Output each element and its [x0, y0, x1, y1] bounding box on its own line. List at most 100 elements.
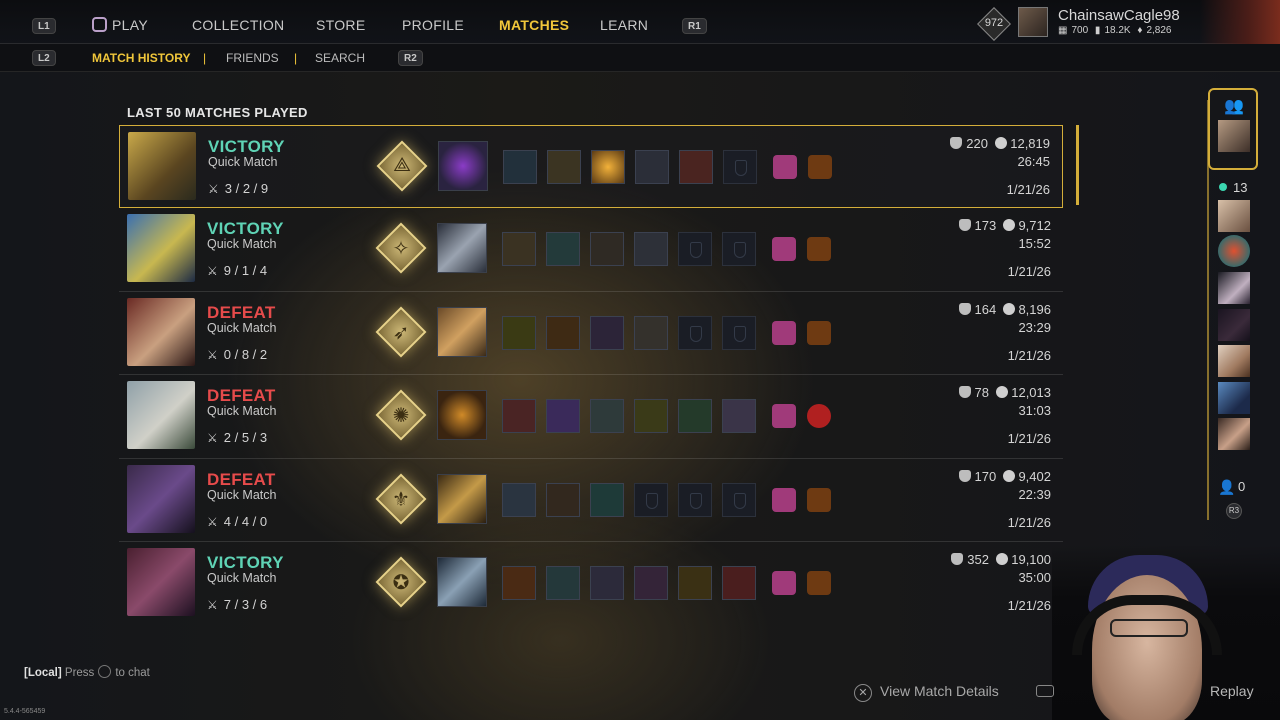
item-slot — [546, 315, 580, 350]
r1-button-hint[interactable]: R1 — [682, 18, 707, 34]
consumable-elixir — [807, 237, 831, 262]
consumable-orb — [807, 404, 831, 429]
friend-avatar[interactable] — [1218, 272, 1250, 304]
rank-level: 972 — [984, 17, 1004, 29]
nav-play[interactable]: PLAY — [92, 17, 148, 33]
match-mode: Quick Match — [207, 320, 277, 335]
match-date: 1/21/26 — [1006, 182, 1050, 197]
empty-item-slot — [678, 315, 712, 350]
kda-value: 7 / 3 / 6 — [223, 596, 268, 612]
stat-b: 8,196 — [1018, 301, 1051, 317]
match-list: VICTORY Quick Match ⚔ 3 / 2 / 9 ⟁ 220 12,… — [119, 125, 1063, 625]
view-match-details-action[interactable]: ✕ View Match Details — [854, 683, 999, 702]
item-slot — [634, 399, 668, 434]
friend-invite-icon[interactable]: 👤 — [1218, 479, 1235, 496]
online-friends-count: 13 — [1233, 180, 1248, 195]
item-slot — [635, 150, 669, 184]
party-panel[interactable]: 👥 — [1208, 88, 1258, 170]
god-portrait — [127, 464, 195, 533]
empty-item-slot — [722, 232, 756, 267]
consumable-elixir — [807, 487, 831, 512]
match-date: 1/21/26 — [1007, 514, 1051, 530]
item-slot — [590, 482, 624, 517]
crossed-swords-icon: ⚔ — [207, 514, 218, 529]
view-button-icon — [1036, 685, 1054, 697]
nav-store[interactable]: STORE — [316, 17, 365, 33]
party-member-avatar[interactable] — [1218, 120, 1250, 152]
role-badge: ✧ — [373, 220, 429, 276]
role-icon: ⟁ — [393, 154, 411, 176]
role-icon: ➶ — [392, 321, 410, 344]
item-slot — [546, 399, 580, 434]
stat-a: 173 — [974, 218, 997, 234]
r3-button-hint[interactable]: R3 — [1226, 503, 1242, 519]
r2-button-hint[interactable]: R2 — [398, 50, 423, 66]
nav-collection[interactable]: COLLECTION — [192, 17, 284, 33]
match-row[interactable]: DEFEAT Quick Match ⚔ 0 / 8 / 2 ➶ 164 8,19… — [119, 292, 1063, 376]
l1-button-hint[interactable]: L1 — [32, 18, 56, 34]
friend-avatar[interactable] — [1218, 418, 1250, 450]
match-row[interactable]: VICTORY Quick Match ⚔ 3 / 2 / 9 ⟁ 220 12,… — [119, 125, 1063, 209]
profile-avatar[interactable] — [1018, 7, 1048, 37]
kda-value: 0 / 8 / 2 — [223, 346, 268, 362]
match-duration: 26:45 — [1017, 154, 1050, 169]
chat-suffix: to chat — [115, 667, 150, 679]
shield-icon — [958, 302, 971, 315]
online-status-icon — [1219, 183, 1227, 191]
match-row[interactable]: DEFEAT Quick Match ⚔ 4 / 4 / 0 ⚜ 170 9,40… — [119, 459, 1063, 542]
coin-icon — [1003, 219, 1016, 232]
match-row[interactable]: VICTORY Quick Match ⚔ 9 / 1 / 4 ✧ 173 9,7… — [119, 208, 1063, 292]
match-duration: 23:29 — [1018, 319, 1051, 335]
l2-button-hint[interactable]: L2 — [32, 50, 56, 66]
x-button-icon: ✕ — [854, 684, 872, 702]
empty-item-slot — [722, 315, 756, 350]
god-portrait — [127, 381, 195, 450]
item-slot — [679, 150, 713, 184]
stat-a: 220 — [966, 136, 988, 151]
empty-item-slot — [723, 150, 757, 184]
friend-avatar[interactable] — [1218, 345, 1250, 377]
replay-label[interactable]: Replay — [1210, 683, 1254, 699]
build-version: 5.4.4-565459 — [4, 708, 46, 715]
friend-avatar[interactable] — [1218, 200, 1250, 232]
tab-match-history[interactable]: MATCH HISTORY — [92, 51, 190, 65]
match-outcome: VICTORY — [208, 137, 285, 156]
match-mode: Quick Match — [207, 237, 277, 252]
username[interactable]: ChainsawCagle98 — [1058, 7, 1180, 24]
relic-slot — [437, 390, 487, 441]
nav-learn[interactable]: LEARN — [600, 17, 648, 33]
item-slot — [546, 482, 580, 517]
item-slot — [634, 565, 668, 600]
match-duration: 31:03 — [1018, 403, 1051, 419]
stat-a: 352 — [967, 551, 989, 567]
list-scrollbar[interactable] — [1076, 125, 1079, 205]
match-row[interactable]: VICTORY Quick Match ⚔ 7 / 3 / 6 ✪ 352 19,… — [119, 542, 1063, 625]
chat-channel: [Local] — [24, 667, 62, 679]
nav-matches[interactable]: MATCHES — [499, 17, 569, 33]
consumable-potion — [772, 237, 796, 262]
match-stats: 164 8,196 — [958, 301, 1051, 317]
match-row[interactable]: DEFEAT Quick Match ⚔ 2 / 5 / 3 ✺ 78 12,01… — [119, 375, 1063, 459]
role-badge: ✪ — [373, 554, 429, 610]
item-slot — [502, 232, 536, 267]
crossed-swords-icon: ⚔ — [207, 431, 218, 446]
match-outcome: DEFEAT — [207, 386, 276, 406]
friend-avatar[interactable] — [1218, 382, 1250, 414]
relic-slot — [437, 223, 487, 274]
stat-a: 78 — [974, 385, 989, 401]
friend-avatar[interactable] — [1218, 235, 1250, 267]
tab-friends[interactable]: FRIENDS — [226, 51, 279, 65]
replay-action[interactable] — [1036, 683, 1060, 699]
top-navigation-bar: L1 PLAY COLLECTION STORE PROFILE MATCHES… — [0, 0, 1280, 44]
match-kda: ⚔ 0 / 8 / 2 — [207, 347, 267, 362]
shield-icon — [950, 137, 963, 149]
match-stats: 170 9,402 — [958, 468, 1051, 484]
crossed-swords-icon: ⚔ — [207, 597, 218, 612]
currency-2: 18.2K — [1104, 25, 1131, 36]
stat-a: 170 — [974, 468, 997, 484]
tab-search[interactable]: SEARCH — [315, 51, 365, 65]
nav-profile[interactable]: PROFILE — [402, 17, 464, 33]
kda-value: 9 / 1 / 4 — [223, 263, 268, 279]
friend-avatar[interactable] — [1218, 309, 1250, 341]
stat-b: 19,100 — [1011, 551, 1051, 567]
